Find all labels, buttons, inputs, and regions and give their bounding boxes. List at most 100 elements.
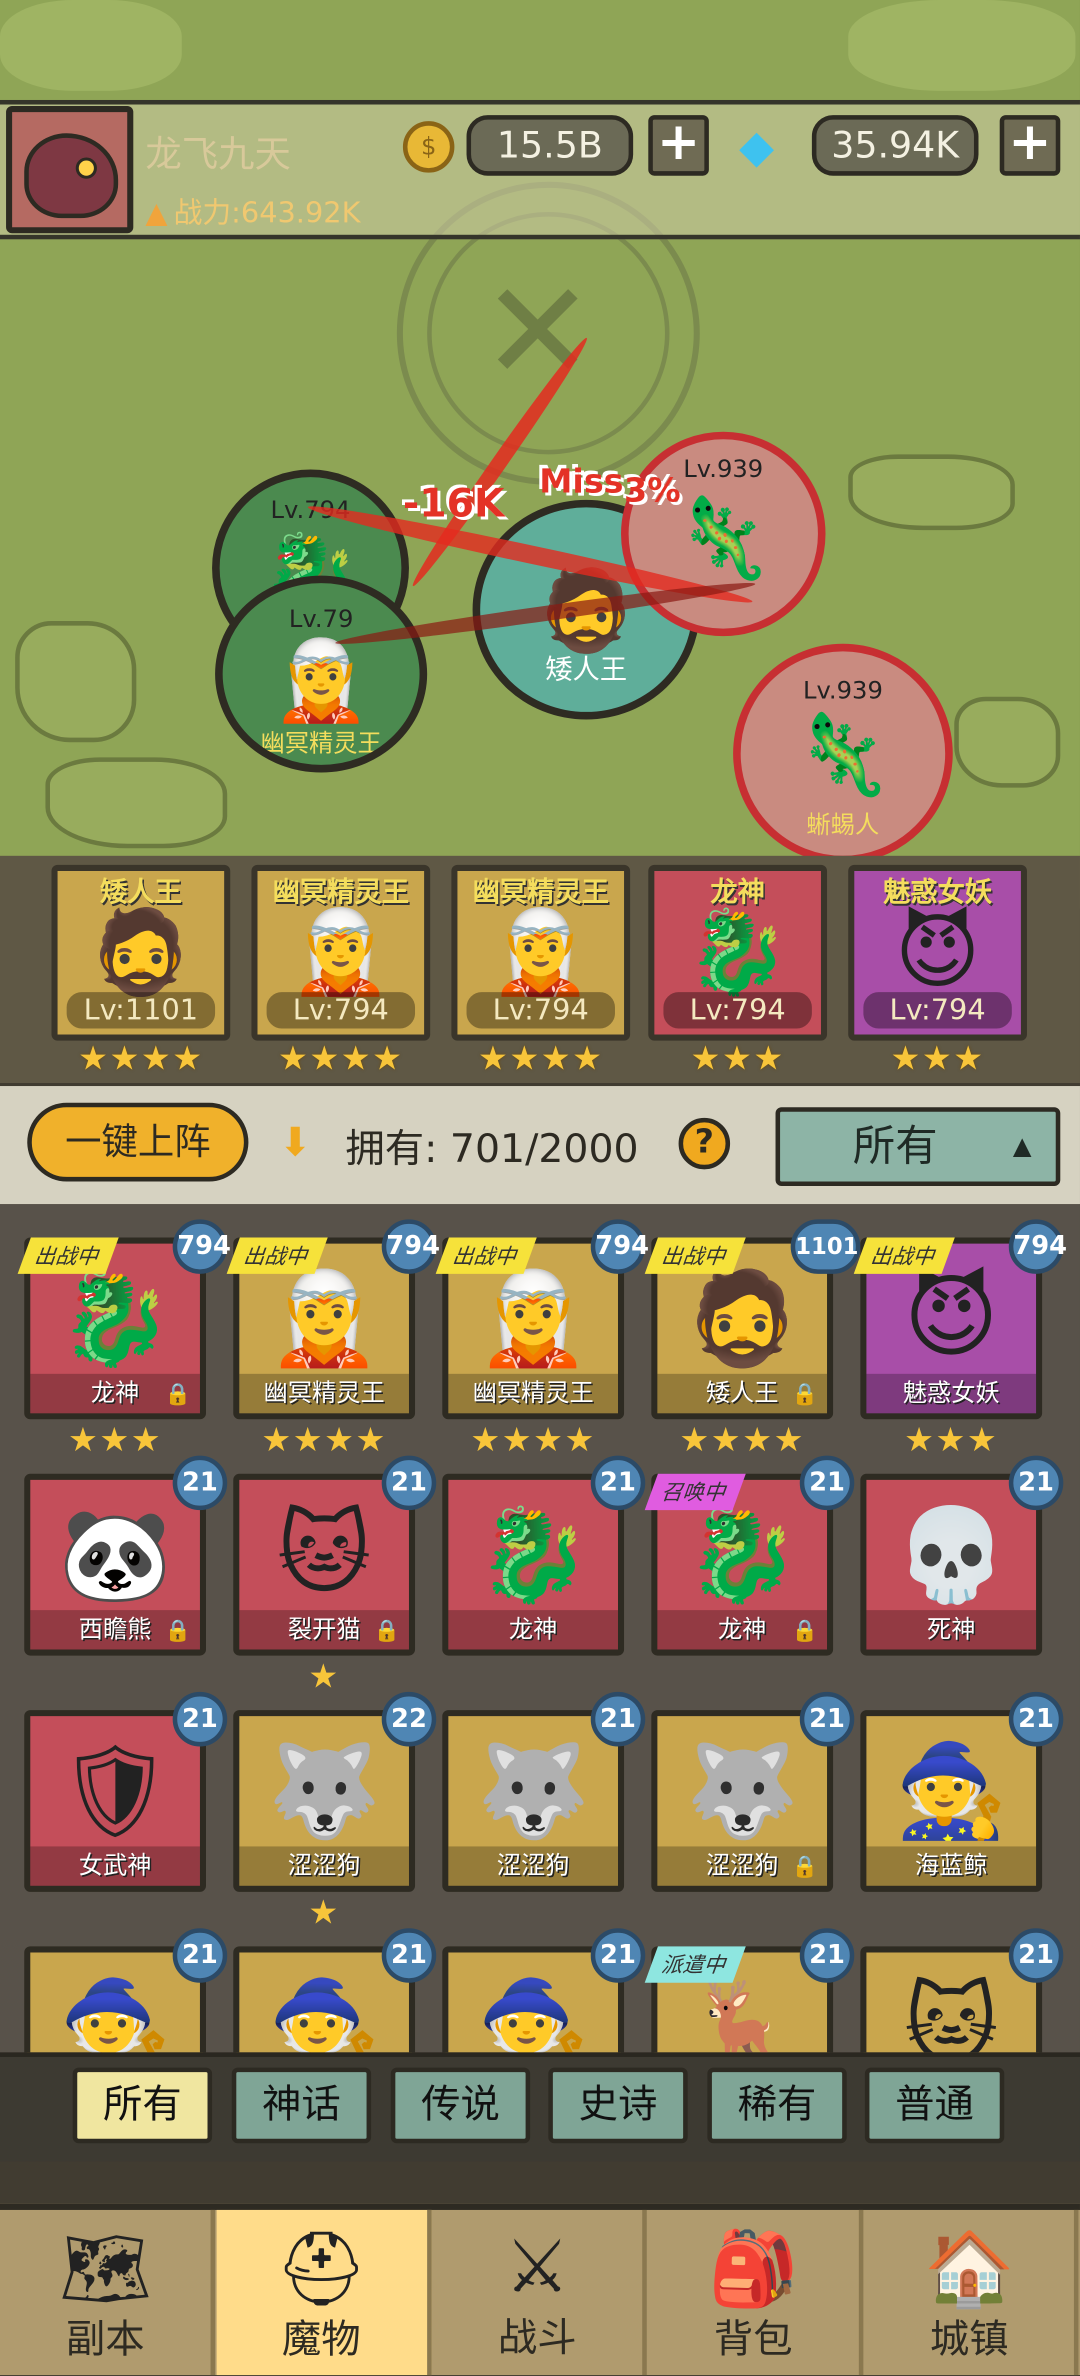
status-badge: 召唤中	[644, 1473, 746, 1511]
rarity-tab[interactable]: 神话	[231, 2067, 372, 2144]
monster-figure: 🐺	[267, 1738, 381, 1845]
status-badge: 出战中	[435, 1237, 537, 1274]
combat-power: ▲ 战力:643.92K	[145, 191, 360, 232]
monster-name: 幽冥精灵王	[239, 1373, 409, 1414]
monster-name: 幽冥精灵王	[448, 1373, 618, 1414]
enemy-unit[interactable]: Lv.939 🦎 蜥蜴人	[733, 643, 953, 864]
team-slot-stars: ★★★	[690, 1040, 785, 1079]
monster-figure: 🛡	[57, 1738, 173, 1845]
lock-icon: 🔒	[791, 1382, 818, 1408]
monster-stars: ★	[308, 1894, 340, 1933]
team-slot-stars: ★★★★	[278, 1040, 404, 1079]
monster-level-badge: 21	[381, 1455, 437, 1511]
one-key-deploy-button[interactable]: 一键上阵	[27, 1102, 249, 1182]
nav-icon: 🎒	[707, 2226, 799, 2312]
team-slot-figure: 🐉	[686, 904, 789, 1000]
lock-icon: 🔒	[164, 1382, 191, 1408]
monster-level-badge: 1101	[790, 1219, 861, 1274]
unit-name: 矮人王	[545, 654, 628, 687]
team-slot-figure: 🧝	[489, 904, 592, 1000]
nav-icon: 🏠	[923, 2226, 1015, 2312]
gem-amount: 35.94K	[811, 115, 979, 176]
monster-level-badge: 794	[381, 1219, 440, 1274]
monster-level-badge: 21	[172, 1455, 228, 1511]
monster-level-badge: 21	[1008, 1928, 1064, 1983]
add-gems-button[interactable]: +	[999, 115, 1061, 176]
monster-level-badge: 22	[381, 1691, 437, 1747]
monster-level-badge: 794	[1008, 1219, 1067, 1274]
team-slot-figure: 😈	[894, 904, 981, 1000]
monster-level-badge: 21	[381, 1928, 437, 1983]
nav-icon: ⛑	[275, 2226, 368, 2312]
unit-figure: 🦎	[674, 493, 773, 585]
diamond-icon: ◆	[739, 121, 775, 175]
monster-figure: 🧙	[476, 1975, 590, 2053]
monster-figure: 🐉	[58, 1266, 172, 1373]
monster-grid: 🐉 龙神 🔒 出战中 794 ★★★ 🧝 幽冥精灵王 出战中 794 ★★★★ 🧝 幽冥精灵王 出战中 79…	[0, 1204, 1080, 2053]
monster-name: 海蓝鲸	[866, 1846, 1037, 1886]
monster-name: 龙神	[448, 1610, 618, 1650]
monster-name: 女武神	[30, 1846, 200, 1886]
player-name: 龙飞九天	[145, 133, 291, 176]
team-slot-level: Lv:794	[466, 992, 615, 1029]
nav-tab[interactable]: ⛑ 魔物	[215, 2209, 432, 2376]
team-slot-level: Lv:794	[266, 992, 416, 1029]
nav-label: 战斗	[497, 2315, 577, 2362]
monster-level-badge: 21	[1008, 1691, 1064, 1747]
team-slot[interactable]: 幽冥精灵王 🧝 Lv:794	[451, 864, 631, 1041]
monster-level-badge: 21	[799, 1928, 855, 1983]
nav-tab[interactable]: ⚔ 战斗	[432, 2209, 648, 2376]
nav-tab[interactable]: 🗺 副本	[0, 2209, 216, 2376]
team-slot-stars: ★★★★	[78, 1040, 204, 1079]
monster-figure: 💀	[894, 1502, 1008, 1609]
grass-patch	[848, 0, 1076, 91]
nav-tab[interactable]: 🏠 城镇	[864, 2209, 1080, 2376]
rarity-tab[interactable]: 史诗	[548, 2067, 688, 2144]
team-slot-figure: 🧝	[289, 904, 392, 1000]
owned-count: 拥有: 701/2000	[345, 1126, 639, 1173]
monster-name: 涩涩狗	[239, 1846, 409, 1886]
monster-figure: 🧙	[267, 1975, 381, 2053]
monster-level-badge: 21	[590, 1455, 646, 1511]
power-icon: ▲	[145, 196, 168, 231]
sort-arrow-icon[interactable]: ⬇	[279, 1121, 312, 1166]
unit-figure: 🦎	[793, 710, 892, 801]
nav-tab[interactable]: 🎒 背包	[648, 2209, 864, 2376]
monster-stars: ★★★	[904, 1422, 999, 1461]
monster-stars: ★★★★	[679, 1422, 805, 1461]
monster-figure: 🐱	[903, 1973, 999, 2053]
ally-unit[interactable]: Lv.79 🧝 幽冥精灵王	[215, 575, 428, 773]
rarity-tab[interactable]: 所有	[72, 2067, 213, 2144]
grass-patch	[0, 0, 182, 91]
enemy-unit[interactable]: Lv.939 🦎	[621, 431, 826, 637]
nav-label: 背包	[713, 2317, 793, 2363]
monster-level-badge: 21	[799, 1455, 855, 1511]
monster-name: 魅惑女妖	[866, 1373, 1037, 1414]
unit-name: 幽冥精灵王	[260, 728, 382, 758]
monster-figure: 🧝	[476, 1266, 590, 1373]
rarity-tab[interactable]: 稀有	[707, 2067, 847, 2144]
monster-level-badge: 21	[590, 1691, 646, 1747]
unit-figure: 🧝	[272, 635, 371, 727]
add-gold-button[interactable]: +	[648, 115, 709, 176]
monster-figure: 🧙	[58, 1975, 172, 2053]
player-avatar[interactable]	[6, 106, 134, 234]
nav-icon: 🗺	[59, 2226, 152, 2312]
unit-name: 蜥蜴人	[806, 810, 880, 840]
team-slot[interactable]: 幽冥精灵王 🧝 Lv:794	[251, 864, 431, 1041]
lock-icon: 🔒	[164, 1619, 191, 1644]
rarity-tab[interactable]: 传说	[390, 2067, 531, 2144]
rock-decoration	[45, 757, 228, 849]
team-slot-level: Lv:794	[663, 992, 812, 1029]
team-slot[interactable]: 魅惑女妖 😈 Lv:794	[848, 864, 1027, 1041]
damage-number: -16K	[402, 481, 505, 528]
team-slot[interactable]: 矮人王 🧔 Lv:1101	[51, 864, 231, 1041]
rarity-tab[interactable]: 普通	[864, 2067, 1005, 2144]
monster-figure: 🐼	[58, 1502, 172, 1609]
nav-label: 城镇	[929, 2317, 1009, 2363]
filter-dropdown[interactable]: 所有 ▲	[775, 1107, 1061, 1187]
help-button[interactable]: ?	[678, 1117, 731, 1170]
team-slot[interactable]: 龙神 🐉 Lv:794	[648, 864, 828, 1041]
rock-decoration	[954, 696, 1061, 788]
status-badge: 出战中	[17, 1237, 119, 1274]
